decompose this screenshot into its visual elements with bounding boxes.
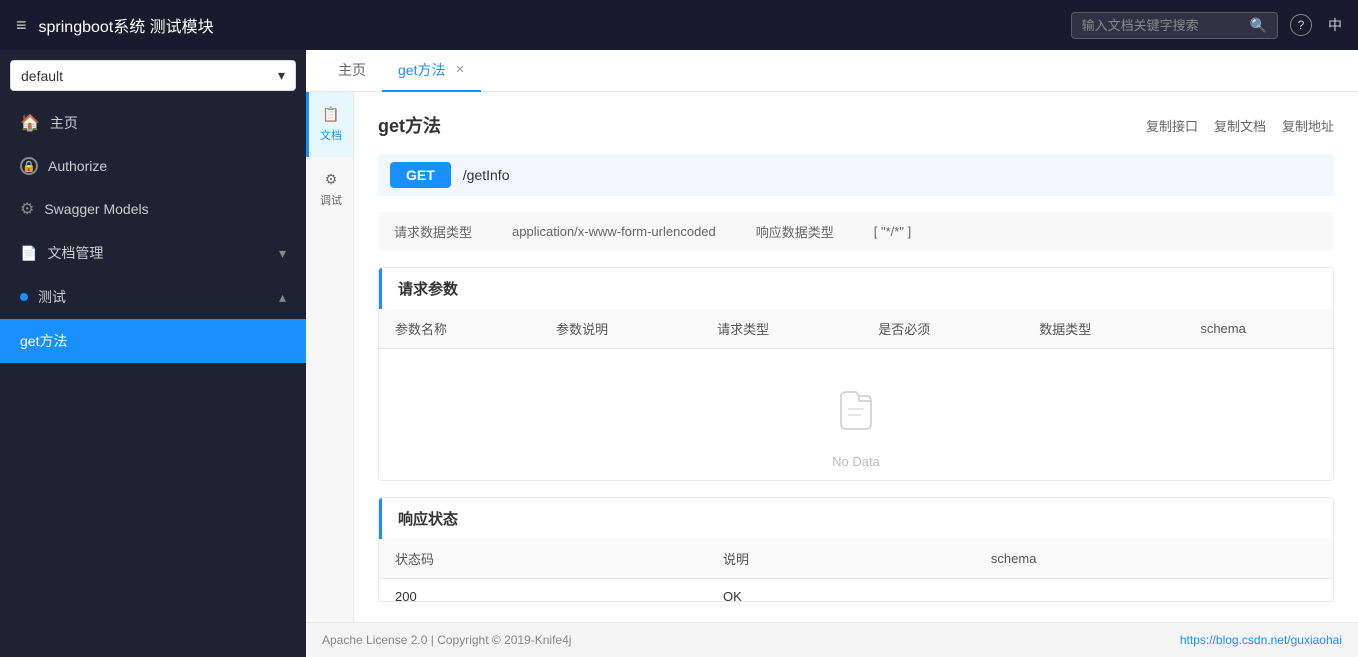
view-toggle: 📋 文档 ⚙ 调试 (306, 92, 354, 622)
test-toggle-label: 调试 (320, 192, 342, 208)
col-status-schema: schema (975, 539, 1333, 579)
footer: Apache License 2.0 | Copyright © 2019-Kn… (306, 622, 1358, 657)
col-req-type: 请求类型 (701, 309, 862, 349)
col-required: 是否必须 (862, 309, 1023, 349)
dropdown-arrow: ▾ (278, 67, 285, 84)
copy-address-btn[interactable]: 复制地址 (1282, 116, 1334, 135)
sidebar-item-swagger-models[interactable]: ⚙ Swagger Models (0, 187, 306, 231)
tab-get-method[interactable]: get方法 ✕ (382, 50, 481, 92)
doc-toggle-label: 文档 (320, 127, 342, 143)
header-icons: ? 中 (1290, 14, 1342, 36)
response-content-type-value: [ "*/*" ] (874, 224, 911, 239)
sidebar-home-label: 主页 (50, 113, 78, 133)
home-icon: 🏠 (20, 113, 40, 133)
copy-doc-btn[interactable]: 复制文档 (1214, 116, 1266, 135)
request-content-type-value: application/x-www-form-urlencoded (512, 224, 716, 239)
content-area: 主页 get方法 ✕ 📋 文档 ⚙ 调试 (306, 50, 1358, 657)
col-param-desc: 参数说明 (540, 309, 701, 349)
sidebar-authorize-label: Authorize (48, 158, 107, 174)
sidebar-swagger-label: Swagger Models (44, 201, 148, 217)
response-content-type-label: 响应数据类型 (756, 222, 834, 241)
lang-icon[interactable]: 中 (1328, 15, 1342, 35)
sidebar-item-authorize[interactable]: 🔒 Authorize (0, 145, 306, 187)
search-input[interactable] (1082, 18, 1242, 33)
params-section-title: 请求参数 (379, 268, 1333, 309)
no-data-icon (831, 389, 881, 444)
top-header: ≡ springboot系统 测试模块 🔍 ? 中 (0, 0, 1358, 50)
menu-icon[interactable]: ≡ (16, 15, 27, 36)
method-actions: 复制接口 复制文档 复制地址 (1146, 116, 1334, 135)
copy-interface-btn[interactable]: 复制接口 (1146, 116, 1198, 135)
sidebar-dropdown[interactable]: default ▾ (10, 60, 296, 91)
col-schema: schema (1184, 309, 1333, 349)
footer-license: Apache License 2.0 | Copyright © 2019-Kn… (322, 633, 571, 647)
tab-home[interactable]: 主页 (322, 50, 382, 92)
method-row: GET /getInfo (378, 154, 1334, 196)
main-layout: default ▾ 🏠 主页 🔒 Authorize ⚙ Swagger Mod… (0, 50, 1358, 657)
content-with-toggle: 📋 文档 ⚙ 调试 get方法 复制接口 复制文档 复制地址 (306, 92, 1358, 622)
sidebar-test-label: 测试 (38, 287, 66, 307)
status-schema-200 (975, 579, 1333, 602)
no-data-area: No Data (379, 349, 1333, 481)
sidebar-docmanage-label: 文档管理 (47, 243, 103, 263)
params-table: 参数名称 参数说明 请求类型 是否必须 数据类型 schema (379, 309, 1333, 481)
info-row: 请求数据类型 application/x-www-form-urlencoded… (378, 212, 1334, 251)
status-desc-ok: OK (707, 579, 975, 602)
status-row-200: 200 OK (379, 579, 1333, 602)
lock-icon: 🔒 (20, 157, 38, 175)
doc-manage-arrow: ▾ (279, 245, 286, 262)
request-content-type-label: 请求数据类型 (394, 222, 472, 241)
status-code-200: 200 (379, 579, 707, 602)
dropdown-value: default (21, 68, 63, 84)
response-section-title: 响应状态 (379, 498, 1333, 539)
test-arrow: ▴ (279, 289, 286, 306)
status-table: 状态码 说明 schema 200 OK (379, 539, 1333, 602)
no-data-text: No Data (832, 454, 880, 469)
col-param-name: 参数名称 (379, 309, 540, 349)
toggle-doc[interactable]: 📋 文档 (306, 92, 353, 157)
method-header: get方法 复制接口 复制文档 复制地址 (378, 112, 1334, 138)
params-section: 请求参数 参数名称 参数说明 请求类型 是否必须 数据类型 schema (378, 267, 1334, 481)
tab-get-label: get方法 (398, 60, 445, 80)
col-status-desc: 说明 (707, 539, 975, 579)
test-dot (20, 293, 28, 301)
sidebar-section-test[interactable]: 测试 ▴ (0, 275, 306, 319)
tabs-bar: 主页 get方法 ✕ (306, 50, 1358, 92)
search-box: 🔍 (1071, 12, 1278, 39)
doc-toggle-icon: 📋 (322, 106, 339, 123)
gear-icon: ⚙ (20, 199, 34, 219)
footer-link[interactable]: https://blog.csdn.net/guxiaohai (1180, 633, 1342, 647)
response-section: 响应状态 状态码 说明 schema 200 OK (378, 497, 1334, 602)
doc-icon: 📄 (20, 245, 37, 262)
search-icon[interactable]: 🔍 (1250, 17, 1267, 34)
doc-content: get方法 复制接口 复制文档 复制地址 GET /getInfo 请求数据类型… (354, 92, 1358, 622)
sidebar-active-item[interactable]: get方法 (0, 319, 306, 363)
sidebar-item-doc-manage[interactable]: 📄 文档管理 ▾ (0, 231, 306, 275)
col-status-code: 状态码 (379, 539, 707, 579)
sidebar: default ▾ 🏠 主页 🔒 Authorize ⚙ Swagger Mod… (0, 50, 306, 657)
method-title: get方法 (378, 112, 441, 138)
col-data-type: 数据类型 (1023, 309, 1184, 349)
test-toggle-icon: ⚙ (325, 171, 338, 188)
app-title: springboot系统 测试模块 (39, 13, 1059, 37)
toggle-test[interactable]: ⚙ 调试 (306, 157, 353, 222)
method-url: /getInfo (463, 167, 510, 183)
tab-close-icon[interactable]: ✕ (455, 63, 464, 76)
get-badge[interactable]: GET (390, 162, 451, 188)
help-icon[interactable]: ? (1290, 14, 1312, 36)
sidebar-item-home[interactable]: 🏠 主页 (0, 101, 306, 145)
